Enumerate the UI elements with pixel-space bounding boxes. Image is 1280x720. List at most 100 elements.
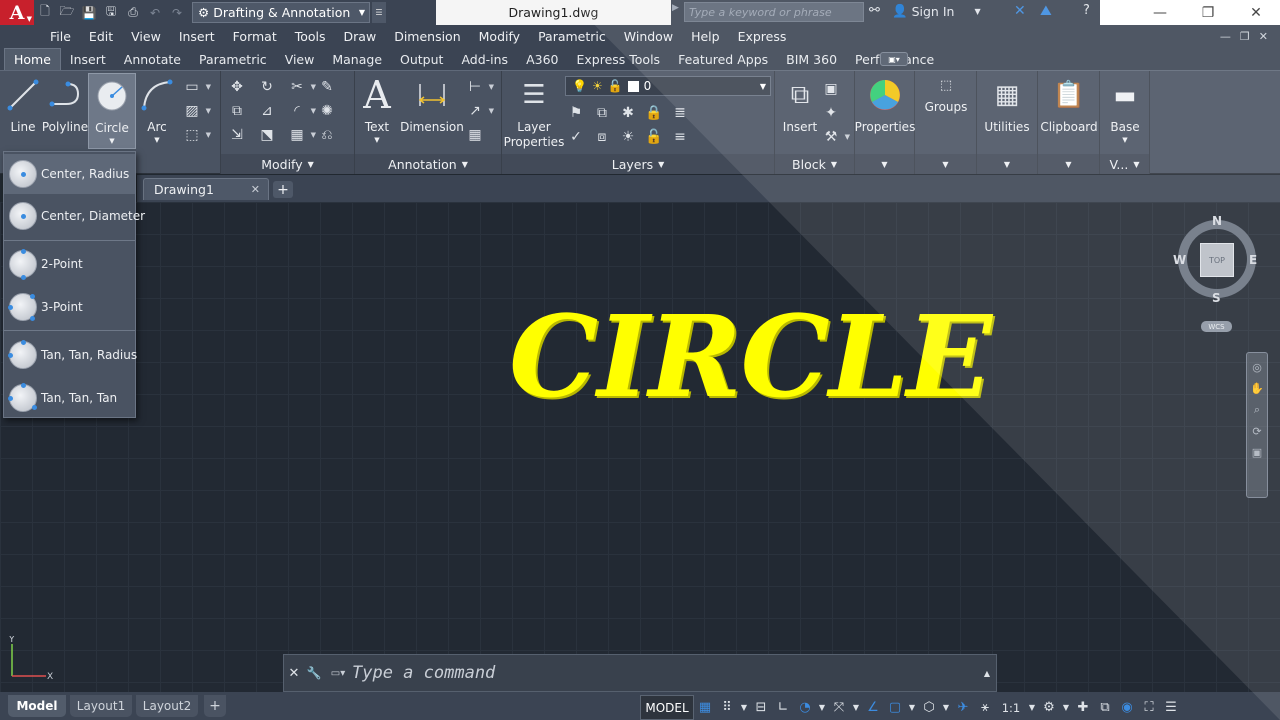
doc-close-icon[interactable]: ✕ xyxy=(1259,30,1268,43)
chevron-down-icon[interactable]: ▼ xyxy=(906,695,918,720)
tab-manage[interactable]: Manage xyxy=(323,48,391,70)
block-panel-title[interactable]: Block ▼ xyxy=(775,154,854,174)
trim-icon[interactable]: ✂ ▼ xyxy=(287,77,316,97)
new-icon[interactable]: 🗋 xyxy=(34,0,56,25)
model-space-button[interactable]: MODEL xyxy=(640,695,694,720)
chevron-down-icon[interactable]: ▼ xyxy=(1060,695,1072,720)
chevron-up-icon[interactable]: ▲ xyxy=(978,669,996,678)
fillet-icon[interactable]: ◜ ▼ xyxy=(287,101,316,121)
layer-off-icon[interactable]: ⚑ xyxy=(566,103,586,123)
layer-isolate-icon[interactable]: ⧉ xyxy=(592,103,612,123)
circle-button[interactable]: Circle ▼ xyxy=(88,73,136,149)
utilities-button[interactable]: ▦ Utilities xyxy=(979,75,1035,135)
orbit-icon[interactable]: ⟳ xyxy=(1252,425,1261,438)
modify-panel-title[interactable]: Modify ▼ xyxy=(221,154,354,174)
chevron-down-icon[interactable]: ▼ xyxy=(816,695,828,720)
print-icon[interactable]: ⎙ xyxy=(122,0,144,25)
menu-help[interactable]: Help xyxy=(682,29,729,44)
create-block-icon[interactable]: ▣ xyxy=(821,79,841,99)
tab-annotate[interactable]: Annotate xyxy=(115,48,190,70)
doc-restore-icon[interactable]: ❐ xyxy=(1240,30,1250,43)
insert-block-button[interactable]: ⧉ Insert xyxy=(779,75,821,135)
open-icon[interactable]: 🗁 xyxy=(56,0,78,25)
steering-wheel-icon[interactable]: ◎ xyxy=(1252,361,1262,374)
tab-insert[interactable]: Insert xyxy=(61,48,115,70)
edit-attributes-icon[interactable]: ⚒ ▼ xyxy=(821,127,850,147)
menu-item-center-diameter[interactable]: Center, Diameter xyxy=(4,196,145,236)
isolate-objects-icon[interactable]: ⧉ xyxy=(1094,695,1116,720)
viewcube-west[interactable]: W xyxy=(1173,253,1186,267)
auto-scale-icon[interactable]: ⚹ xyxy=(974,695,996,720)
exchange-apps-icon[interactable]: ✕ xyxy=(1014,3,1026,19)
menu-item-tan-tan-radius[interactable]: Tan, Tan, Radius xyxy=(4,335,137,375)
annotation-panel-title[interactable]: Annotation ▼ xyxy=(355,154,501,174)
tab-home[interactable]: Home xyxy=(4,48,61,70)
menu-edit[interactable]: Edit xyxy=(80,29,122,44)
layer-unisolate-icon[interactable]: ⧈ xyxy=(592,127,612,147)
menu-view[interactable]: View xyxy=(122,29,170,44)
menu-draw[interactable]: Draw xyxy=(335,29,386,44)
clean-screen-icon[interactable]: ⛶ xyxy=(1138,695,1160,720)
layout-tab-layout1[interactable]: Layout1 xyxy=(70,695,132,717)
dimension-button[interactable]: Dimension xyxy=(399,75,465,135)
viewcube-top-face[interactable]: TOP xyxy=(1200,243,1234,277)
scale-icon[interactable]: ⬔ xyxy=(257,125,277,145)
tab-express-tools[interactable]: Express Tools xyxy=(567,48,669,70)
tab-output[interactable]: Output xyxy=(391,48,452,70)
table-icon[interactable]: ▦ xyxy=(465,125,485,145)
rotate-icon[interactable]: ↻ xyxy=(257,77,277,97)
text-button[interactable]: A Text ▼ xyxy=(359,73,395,144)
plus-icon[interactable]: ✚ xyxy=(1072,695,1094,720)
menu-express[interactable]: Express xyxy=(729,29,796,44)
doc-tab-drawing1[interactable]: Drawing1 ✕ xyxy=(143,178,269,200)
close-icon[interactable]: ✕ xyxy=(284,666,304,681)
close-icon[interactable]: ✕ xyxy=(251,183,260,196)
offset-icon[interactable]: ⎌ xyxy=(317,125,337,145)
doc-minimize-icon[interactable]: — xyxy=(1220,30,1231,43)
layer-lock-icon[interactable]: 🔒 xyxy=(644,103,664,123)
tab-add-ins[interactable]: Add-ins xyxy=(452,48,517,70)
binoculars-icon[interactable]: ⚯ xyxy=(869,3,880,18)
arc-button[interactable]: Arc ▼ xyxy=(138,75,176,144)
minimize-icon[interactable]: — xyxy=(1136,5,1184,21)
chevron-down-icon[interactable]: ▼ xyxy=(738,695,750,720)
ortho-icon[interactable]: ∟ xyxy=(772,695,794,720)
rectangle-icon[interactable]: ▭ ▼ xyxy=(182,77,211,97)
layout-tab-model[interactable]: Model xyxy=(8,695,66,717)
layer-thaw-icon[interactable]: ☀ xyxy=(618,127,638,147)
grid-icon[interactable]: ▦ xyxy=(694,695,716,720)
leader-icon[interactable]: ↗ ▼ xyxy=(465,101,494,121)
viewcube-east[interactable]: E xyxy=(1249,253,1257,267)
viewcube-north[interactable]: N xyxy=(1212,214,1222,228)
application-menu-button[interactable]: A ▼ xyxy=(0,0,34,25)
menu-modify[interactable]: Modify xyxy=(470,29,529,44)
line-button[interactable]: Line xyxy=(4,75,42,135)
layer-walk-icon[interactable]: ≡ xyxy=(670,127,690,147)
menu-parametric[interactable]: Parametric xyxy=(529,29,615,44)
infer-constraints-icon[interactable]: ⊟ xyxy=(750,695,772,720)
save-as-icon[interactable]: 🖫 xyxy=(100,0,122,25)
workspace-switcher[interactable]: ⚙ Drafting & Annotation ▼ xyxy=(192,2,370,23)
tab-featured-apps[interactable]: Featured Apps xyxy=(669,48,777,70)
chevron-down-icon[interactable]: ▼ xyxy=(1026,695,1038,720)
base-view-button[interactable]: ▬ Base ▼ xyxy=(1102,75,1148,144)
search-input[interactable]: Type a keyword or phrase xyxy=(684,2,864,22)
clipboard-button[interactable]: 📋 Clipboard xyxy=(1040,75,1098,135)
region-icon[interactable]: ⬚ ▼ xyxy=(182,125,211,145)
menu-format[interactable]: Format xyxy=(224,29,286,44)
chevron-right-icon[interactable]: ▶ xyxy=(672,3,679,13)
layer-freeze-icon[interactable]: ✱ xyxy=(618,103,638,123)
groups-button[interactable]: ⬚ Groups xyxy=(919,75,973,115)
pan-icon[interactable]: ✋ xyxy=(1250,382,1264,395)
zoom-icon[interactable]: ⌕ xyxy=(1254,403,1260,417)
redo-icon[interactable]: ↷ xyxy=(166,0,188,25)
command-input[interactable] xyxy=(352,658,978,688)
layer-dropdown[interactable]: 💡 ☀ 🔓 0 ▼ xyxy=(565,76,771,96)
array-icon[interactable]: ▦ ▼ xyxy=(287,125,316,145)
tab-parametric[interactable]: Parametric xyxy=(190,48,276,70)
customization-menu-icon[interactable]: ☰ xyxy=(1160,695,1182,720)
layer-properties-button[interactable]: ☰ Layer Properties xyxy=(504,75,565,150)
layout-tab-layout2[interactable]: Layout2 xyxy=(136,695,198,717)
menu-tools[interactable]: Tools xyxy=(286,29,335,44)
properties-button[interactable]: Properties xyxy=(855,75,915,135)
